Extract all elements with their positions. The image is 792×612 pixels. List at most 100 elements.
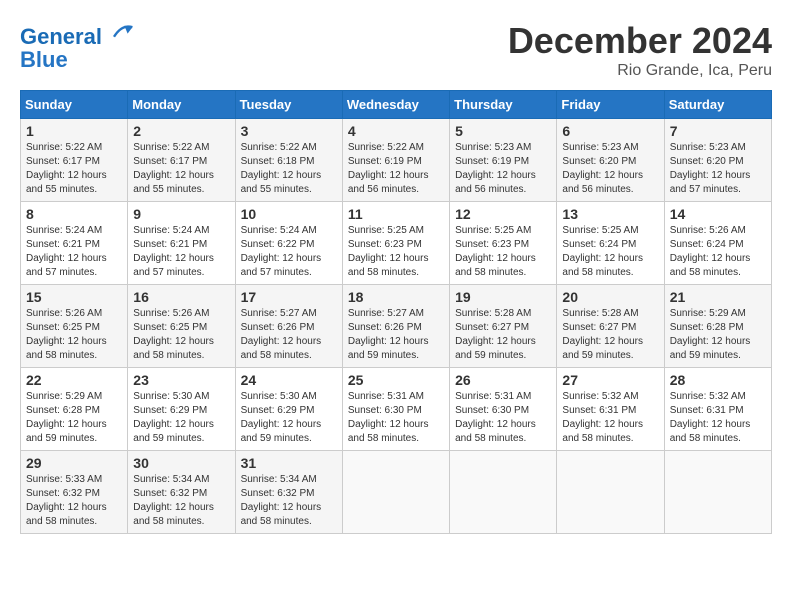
logo-blue: Blue xyxy=(20,49,134,71)
day-info: Sunrise: 5:26 AM Sunset: 6:24 PM Dayligh… xyxy=(670,224,766,280)
day-number: 19 xyxy=(455,289,551,305)
day-number: 17 xyxy=(241,289,337,305)
day-header-wednesday: Wednesday xyxy=(342,91,449,119)
logo: General Blue xyxy=(20,20,134,71)
calendar-cell: 25 Sunrise: 5:31 AM Sunset: 6:30 PM Dayl… xyxy=(342,368,449,451)
location: Rio Grande, Ica, Peru xyxy=(508,62,772,80)
day-number: 2 xyxy=(133,123,229,139)
day-info: Sunrise: 5:32 AM Sunset: 6:31 PM Dayligh… xyxy=(562,390,658,446)
day-number: 1 xyxy=(26,123,122,139)
day-number: 28 xyxy=(670,372,766,388)
day-number: 24 xyxy=(241,372,337,388)
day-number: 30 xyxy=(133,455,229,471)
day-number: 6 xyxy=(562,123,658,139)
calendar-cell: 21 Sunrise: 5:29 AM Sunset: 6:28 PM Dayl… xyxy=(664,285,771,368)
day-info: Sunrise: 5:24 AM Sunset: 6:21 PM Dayligh… xyxy=(26,224,122,280)
day-info: Sunrise: 5:22 AM Sunset: 6:17 PM Dayligh… xyxy=(133,141,229,197)
calendar-cell: 7 Sunrise: 5:23 AM Sunset: 6:20 PM Dayli… xyxy=(664,119,771,202)
week-row-5: 29 Sunrise: 5:33 AM Sunset: 6:32 PM Dayl… xyxy=(21,451,772,534)
day-info: Sunrise: 5:27 AM Sunset: 6:26 PM Dayligh… xyxy=(348,307,444,363)
calendar-cell: 23 Sunrise: 5:30 AM Sunset: 6:29 PM Dayl… xyxy=(128,368,235,451)
day-info: Sunrise: 5:27 AM Sunset: 6:26 PM Dayligh… xyxy=(241,307,337,363)
day-number: 7 xyxy=(670,123,766,139)
calendar-cell: 3 Sunrise: 5:22 AM Sunset: 6:18 PM Dayli… xyxy=(235,119,342,202)
day-number: 23 xyxy=(133,372,229,388)
day-header-friday: Friday xyxy=(557,91,664,119)
day-number: 3 xyxy=(241,123,337,139)
day-info: Sunrise: 5:22 AM Sunset: 6:19 PM Dayligh… xyxy=(348,141,444,197)
calendar-cell: 2 Sunrise: 5:22 AM Sunset: 6:17 PM Dayli… xyxy=(128,119,235,202)
day-number: 16 xyxy=(133,289,229,305)
calendar-cell: 29 Sunrise: 5:33 AM Sunset: 6:32 PM Dayl… xyxy=(21,451,128,534)
calendar-cell: 4 Sunrise: 5:22 AM Sunset: 6:19 PM Dayli… xyxy=(342,119,449,202)
day-info: Sunrise: 5:29 AM Sunset: 6:28 PM Dayligh… xyxy=(670,307,766,363)
day-info: Sunrise: 5:30 AM Sunset: 6:29 PM Dayligh… xyxy=(133,390,229,446)
calendar-cell xyxy=(557,451,664,534)
calendar-cell: 8 Sunrise: 5:24 AM Sunset: 6:21 PM Dayli… xyxy=(21,202,128,285)
calendar-cell xyxy=(342,451,449,534)
day-info: Sunrise: 5:25 AM Sunset: 6:23 PM Dayligh… xyxy=(348,224,444,280)
day-number: 5 xyxy=(455,123,551,139)
month-title: December 2024 xyxy=(508,20,772,62)
day-number: 13 xyxy=(562,206,658,222)
day-info: Sunrise: 5:28 AM Sunset: 6:27 PM Dayligh… xyxy=(562,307,658,363)
week-row-3: 15 Sunrise: 5:26 AM Sunset: 6:25 PM Dayl… xyxy=(21,285,772,368)
day-number: 4 xyxy=(348,123,444,139)
calendar-cell: 12 Sunrise: 5:25 AM Sunset: 6:23 PM Dayl… xyxy=(450,202,557,285)
day-header-tuesday: Tuesday xyxy=(235,91,342,119)
day-header-saturday: Saturday xyxy=(664,91,771,119)
day-info: Sunrise: 5:31 AM Sunset: 6:30 PM Dayligh… xyxy=(455,390,551,446)
calendar-cell xyxy=(450,451,557,534)
day-info: Sunrise: 5:26 AM Sunset: 6:25 PM Dayligh… xyxy=(26,307,122,363)
day-number: 10 xyxy=(241,206,337,222)
calendar-cell: 15 Sunrise: 5:26 AM Sunset: 6:25 PM Dayl… xyxy=(21,285,128,368)
day-number: 25 xyxy=(348,372,444,388)
calendar-cell: 22 Sunrise: 5:29 AM Sunset: 6:28 PM Dayl… xyxy=(21,368,128,451)
title-block: December 2024 Rio Grande, Ica, Peru xyxy=(508,20,772,80)
day-info: Sunrise: 5:34 AM Sunset: 6:32 PM Dayligh… xyxy=(133,473,229,529)
day-info: Sunrise: 5:29 AM Sunset: 6:28 PM Dayligh… xyxy=(26,390,122,446)
day-info: Sunrise: 5:23 AM Sunset: 6:19 PM Dayligh… xyxy=(455,141,551,197)
logo-icon xyxy=(110,20,134,44)
calendar-cell: 31 Sunrise: 5:34 AM Sunset: 6:32 PM Dayl… xyxy=(235,451,342,534)
week-row-1: 1 Sunrise: 5:22 AM Sunset: 6:17 PM Dayli… xyxy=(21,119,772,202)
day-number: 8 xyxy=(26,206,122,222)
calendar-header-row: SundayMondayTuesdayWednesdayThursdayFrid… xyxy=(21,91,772,119)
calendar-cell: 20 Sunrise: 5:28 AM Sunset: 6:27 PM Dayl… xyxy=(557,285,664,368)
calendar-cell: 19 Sunrise: 5:28 AM Sunset: 6:27 PM Dayl… xyxy=(450,285,557,368)
week-row-4: 22 Sunrise: 5:29 AM Sunset: 6:28 PM Dayl… xyxy=(21,368,772,451)
calendar-cell: 13 Sunrise: 5:25 AM Sunset: 6:24 PM Dayl… xyxy=(557,202,664,285)
day-info: Sunrise: 5:33 AM Sunset: 6:32 PM Dayligh… xyxy=(26,473,122,529)
page-header: General Blue December 2024 Rio Grande, I… xyxy=(20,20,772,80)
day-number: 26 xyxy=(455,372,551,388)
day-number: 31 xyxy=(241,455,337,471)
day-info: Sunrise: 5:26 AM Sunset: 6:25 PM Dayligh… xyxy=(133,307,229,363)
calendar-cell: 10 Sunrise: 5:24 AM Sunset: 6:22 PM Dayl… xyxy=(235,202,342,285)
calendar-cell xyxy=(664,451,771,534)
day-info: Sunrise: 5:34 AM Sunset: 6:32 PM Dayligh… xyxy=(241,473,337,529)
calendar-cell: 11 Sunrise: 5:25 AM Sunset: 6:23 PM Dayl… xyxy=(342,202,449,285)
logo-text: General xyxy=(20,20,134,49)
day-info: Sunrise: 5:25 AM Sunset: 6:23 PM Dayligh… xyxy=(455,224,551,280)
calendar-table: SundayMondayTuesdayWednesdayThursdayFrid… xyxy=(20,90,772,534)
day-number: 9 xyxy=(133,206,229,222)
calendar-cell: 9 Sunrise: 5:24 AM Sunset: 6:21 PM Dayli… xyxy=(128,202,235,285)
calendar-cell: 28 Sunrise: 5:32 AM Sunset: 6:31 PM Dayl… xyxy=(664,368,771,451)
calendar-cell: 24 Sunrise: 5:30 AM Sunset: 6:29 PM Dayl… xyxy=(235,368,342,451)
day-header-monday: Monday xyxy=(128,91,235,119)
calendar-cell: 16 Sunrise: 5:26 AM Sunset: 6:25 PM Dayl… xyxy=(128,285,235,368)
day-info: Sunrise: 5:25 AM Sunset: 6:24 PM Dayligh… xyxy=(562,224,658,280)
day-number: 18 xyxy=(348,289,444,305)
week-row-2: 8 Sunrise: 5:24 AM Sunset: 6:21 PM Dayli… xyxy=(21,202,772,285)
calendar-cell: 27 Sunrise: 5:32 AM Sunset: 6:31 PM Dayl… xyxy=(557,368,664,451)
day-number: 27 xyxy=(562,372,658,388)
calendar-cell: 1 Sunrise: 5:22 AM Sunset: 6:17 PM Dayli… xyxy=(21,119,128,202)
day-number: 21 xyxy=(670,289,766,305)
day-number: 22 xyxy=(26,372,122,388)
day-number: 12 xyxy=(455,206,551,222)
day-info: Sunrise: 5:23 AM Sunset: 6:20 PM Dayligh… xyxy=(670,141,766,197)
day-header-sunday: Sunday xyxy=(21,91,128,119)
day-info: Sunrise: 5:24 AM Sunset: 6:22 PM Dayligh… xyxy=(241,224,337,280)
calendar-cell: 6 Sunrise: 5:23 AM Sunset: 6:20 PM Dayli… xyxy=(557,119,664,202)
day-number: 29 xyxy=(26,455,122,471)
